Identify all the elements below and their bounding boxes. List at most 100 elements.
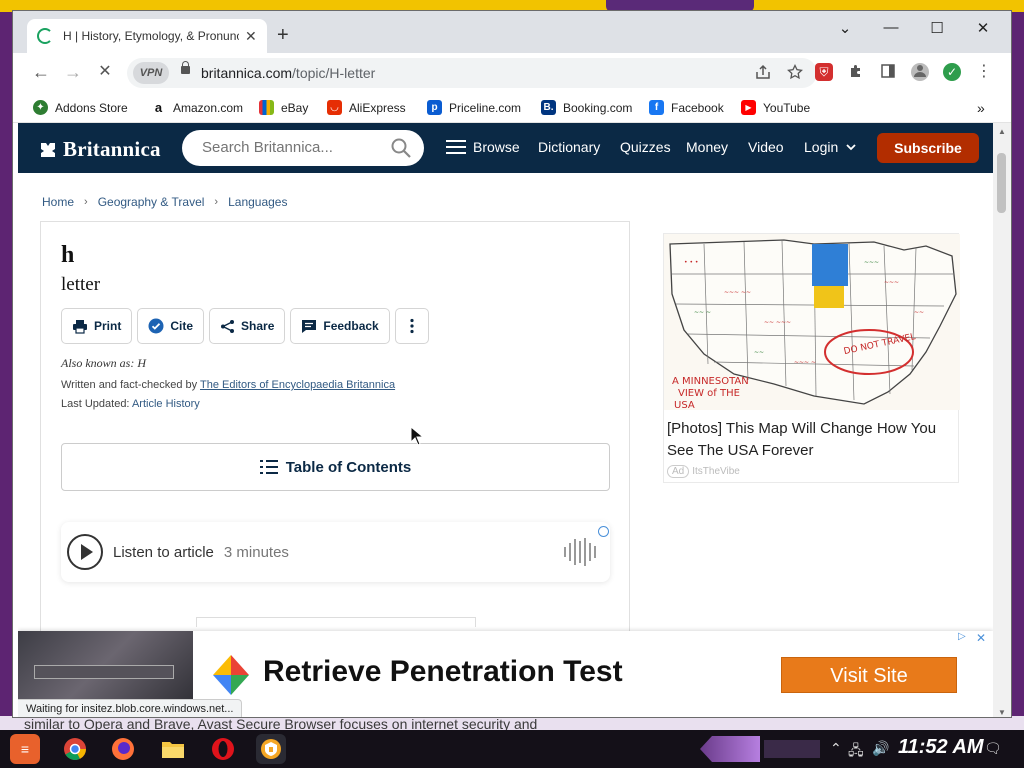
desktop-background-text: similar to Opera and Brave, Avast Secure… (24, 716, 538, 730)
bookmark-addons-store[interactable]: ✦ Addons Store (33, 100, 128, 115)
svg-text:• • •: • • • (684, 259, 698, 266)
bookmark-facebook[interactable]: f Facebook (649, 100, 724, 115)
breadcrumb-languages[interactable]: Languages (228, 195, 287, 209)
tab-search-dropdown-icon[interactable]: ⌄ (835, 19, 855, 37)
svg-text:~~: ~~ (754, 349, 764, 356)
page-subtitle: letter (61, 274, 101, 295)
file-explorer-icon[interactable] (158, 734, 188, 764)
page-scrollbar[interactable]: ▲ ▼ (993, 123, 1011, 717)
adchoices-icon[interactable]: ▷ (958, 631, 966, 642)
login-menu[interactable]: Login (804, 139, 856, 155)
bookmark-aliexpress[interactable]: ◡ AliExpress (327, 100, 406, 115)
feedback-label: Feedback (323, 319, 379, 333)
cite-button[interactable]: Cite (137, 308, 205, 344)
article-history-link[interactable]: Article History (132, 398, 200, 410)
scroll-down-arrow-icon[interactable]: ▼ (998, 708, 1006, 717)
opera-icon[interactable] (208, 734, 238, 764)
cite-label: Cite (170, 319, 194, 333)
network-icon[interactable]: 🖧 (848, 740, 864, 764)
forward-button[interactable]: → (61, 62, 85, 82)
tab-close-icon[interactable]: ✕ (245, 28, 257, 45)
nav-money[interactable]: Money (686, 139, 728, 155)
back-button[interactable]: ← (29, 62, 53, 82)
bookmark-label: Priceline.com (449, 100, 522, 115)
more-actions-button[interactable] (394, 308, 429, 344)
nav-dictionary[interactable]: Dictionary (538, 139, 600, 155)
bookmark-label: AliExpress (349, 100, 406, 115)
bookmark-booking[interactable]: B. Booking.com (541, 100, 632, 115)
ad-banner[interactable]: Retrieve Penetration Test Visit Site (193, 631, 973, 717)
bookmarks-overflow-button[interactable]: » (977, 100, 985, 116)
url-text[interactable]: britannica.com/topic/H-letter (201, 65, 375, 81)
visit-site-button[interactable]: Visit Site (781, 657, 957, 693)
bookmark-youtube[interactable]: ▶ YouTube (741, 100, 810, 115)
feedback-button[interactable]: Feedback (290, 308, 390, 344)
security-check-extension-icon[interactable]: ✓ (943, 63, 961, 81)
address-bar[interactable]: VPN britannica.com/topic/H-letter (127, 58, 817, 88)
youtube-icon: ▶ (741, 100, 756, 115)
side-panel-icon[interactable] (879, 63, 897, 81)
shield-extension-icon[interactable]: ⛨ (815, 63, 833, 81)
maximize-button[interactable]: ☐ (927, 19, 947, 37)
loading-favicon-icon (37, 28, 53, 44)
notification-icon[interactable]: 🗨 (984, 740, 1002, 757)
scroll-up-arrow-icon[interactable]: ▲ (998, 127, 1006, 136)
play-icon[interactable] (67, 534, 103, 570)
new-tab-button[interactable]: + (277, 25, 289, 45)
minimize-button[interactable]: — (881, 19, 901, 36)
taskbar-clock[interactable]: 11:52 AM (898, 736, 984, 759)
browser-menu-icon[interactable]: ⋮ (975, 63, 993, 81)
last-updated: Last Updated: Article History (61, 398, 200, 410)
close-ad-icon[interactable]: ✕ (976, 631, 986, 645)
close-window-button[interactable]: ✕ (973, 19, 993, 37)
bookmark-label: Amazon.com (173, 100, 244, 115)
stop-loading-button[interactable]: ✕ (93, 62, 117, 82)
bookmark-label: Addons Store (55, 100, 128, 115)
print-button[interactable]: Print (61, 308, 133, 344)
browse-menu[interactable]: Browse (446, 139, 520, 155)
also-known-as: Also known as: H (61, 356, 146, 371)
active-tab[interactable]: H | History, Etymology, & Pronunciation … (27, 19, 267, 53)
amazon-icon: a (151, 100, 166, 115)
avast-secure-browser-icon[interactable] (256, 734, 286, 764)
subscribe-button[interactable]: Subscribe (877, 133, 979, 163)
tray-chevron-up-icon[interactable]: ⌃ (830, 740, 842, 757)
scrollbar-thumb[interactable] (997, 153, 1006, 213)
listen-label: Listen to article (113, 543, 214, 561)
breadcrumb-geography-travel[interactable]: Geography & Travel (98, 195, 205, 209)
star-icon[interactable] (787, 63, 803, 84)
lock-icon[interactable] (181, 61, 190, 74)
bookmark-ebay[interactable]: eBay (259, 100, 308, 115)
editors-link[interactable]: The Editors of Encyclopaedia Britannica (200, 379, 395, 391)
mouse-pointer-icon (410, 426, 424, 446)
britannica-logo[interactable]: Britannica (38, 137, 161, 162)
search-icon[interactable] (390, 137, 412, 159)
bookmark-amazon[interactable]: a Amazon.com (151, 100, 243, 115)
nav-quizzes[interactable]: Quizzes (620, 139, 671, 155)
firefox-icon[interactable] (108, 734, 138, 764)
hamburger-icon (446, 140, 466, 154)
info-icon[interactable] (598, 526, 609, 537)
extensions-puzzle-icon[interactable] (847, 63, 865, 81)
nav-video[interactable]: Video (748, 139, 784, 155)
ad-banner-headline[interactable]: Retrieve Penetration Test (263, 655, 623, 689)
breadcrumb-chevron-icon: › (214, 196, 219, 208)
bookmarks-bar: ✦ Addons Store a Amazon.com eBay ◡ AliExpre… (13, 93, 1011, 123)
chrome-icon[interactable] (60, 734, 90, 764)
start-icon[interactable]: ≡ (10, 734, 40, 764)
ad-headline[interactable]: [Photos] This Map Will Change How You Se… (667, 418, 957, 462)
svg-text:~~~: ~~~ (884, 279, 899, 286)
svg-text:~~~ ~~: ~~~ ~~ (724, 289, 751, 296)
breadcrumb-home[interactable]: Home (42, 195, 74, 209)
share-button[interactable]: Share (209, 308, 286, 344)
table-of-contents-button[interactable]: Table of Contents (61, 443, 610, 491)
volume-icon[interactable]: 🔊 (872, 740, 889, 757)
ad-map-caption-line: VIEW of THE (678, 388, 740, 399)
profile-avatar-icon[interactable] (911, 63, 929, 81)
bookmark-priceline[interactable]: p Priceline.com (427, 100, 521, 115)
tab-title: H | History, Etymology, & Pronunciation (63, 29, 239, 43)
share-icon[interactable] (755, 64, 771, 84)
sponsored-ad-card[interactable]: • • • ~~~ ~~ ~~ ~~~ ~~~ ~~ ~~~ ~ ~~ ~ ~~~ ~~ D… (663, 233, 960, 483)
search-input[interactable] (202, 139, 382, 156)
vpn-badge[interactable]: VPN (133, 62, 169, 84)
